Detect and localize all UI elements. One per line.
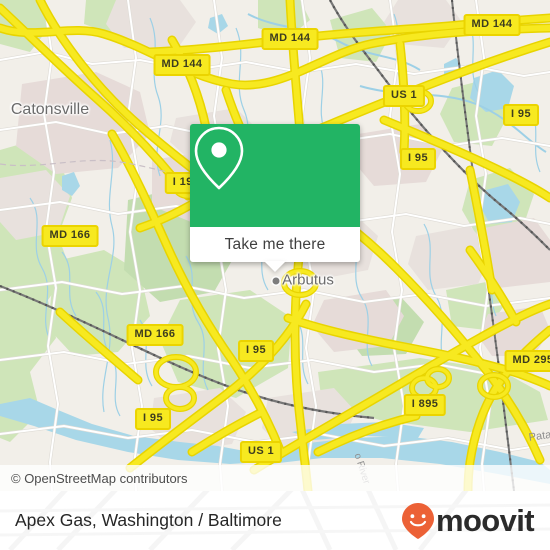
- map-canvas[interactable]: .land{fill:#f2efe9} .green{fill:#cfe5b9}…: [0, 0, 550, 491]
- place-label: Arbutus: [282, 271, 334, 289]
- road-shield: MD 144: [153, 54, 211, 76]
- road-shield: MD 144: [261, 28, 319, 50]
- popup-pointer-tail: [264, 261, 286, 272]
- map-attribution-bar: © OpenStreetMap contributors: [0, 465, 550, 491]
- moovit-location-card: .land{fill:#f2efe9} .green{fill:#cfe5b9}…: [0, 0, 550, 550]
- moovit-smiley-pin-icon: [401, 502, 434, 539]
- openstreetmap-attribution[interactable]: © OpenStreetMap contributors: [0, 471, 188, 486]
- road-shield: US 1: [382, 85, 426, 107]
- road-shield: I 95: [238, 340, 274, 362]
- moovit-logo[interactable]: moovit: [401, 502, 535, 540]
- location-popup-card[interactable]: Take me there: [190, 124, 360, 272]
- location-title: Apex Gas, Washington / Baltimore: [15, 510, 282, 530]
- road-shield: I 95: [503, 104, 539, 126]
- road-shield: MD 295: [504, 350, 550, 372]
- moovit-wordmark: moovit: [435, 503, 535, 538]
- road-shield: I 95: [135, 408, 171, 430]
- take-me-there-label: Take me there: [224, 235, 326, 253]
- footer-bar: Apex Gas, Washington / Baltimore moovit: [0, 491, 550, 550]
- road-shield: I 95: [400, 148, 436, 170]
- road-shield: US 1: [239, 441, 283, 463]
- place-label: Catonsville: [10, 101, 90, 118]
- place-dot-marker: [272, 277, 280, 285]
- map-pin-icon: [194, 126, 244, 190]
- road-shield: MD 166: [41, 225, 99, 247]
- road-shield: I 895: [403, 394, 447, 416]
- road-shield: MD 166: [126, 324, 184, 346]
- popup-header: [190, 124, 360, 227]
- road-shield: MD 144: [463, 14, 521, 36]
- popup-action-row[interactable]: Take me there: [190, 227, 360, 262]
